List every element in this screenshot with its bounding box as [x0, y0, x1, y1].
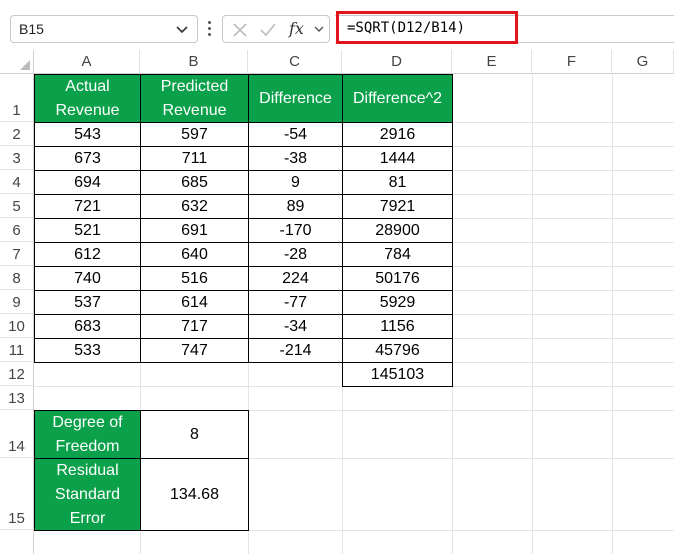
select-all-corner[interactable] — [0, 50, 34, 74]
cell-b11[interactable]: 747 — [140, 338, 249, 363]
row-header-16[interactable] — [0, 530, 34, 554]
row-header-12[interactable]: 12 — [0, 362, 34, 386]
cell-c10[interactable]: -34 — [248, 314, 343, 339]
cell-b10[interactable]: 717 — [140, 314, 249, 339]
cancel-icon[interactable] — [231, 21, 249, 39]
row-header-9[interactable]: 9 — [0, 290, 34, 314]
enter-check-icon[interactable] — [259, 21, 277, 39]
cell-b6[interactable]: 691 — [140, 218, 249, 243]
cell-b14-dof[interactable]: 8 — [140, 410, 249, 459]
cell-b2[interactable]: 597 — [140, 122, 249, 147]
row-header-14[interactable]: 14 — [0, 410, 34, 458]
cell-c3[interactable]: -38 — [248, 146, 343, 171]
formula-bar-area: B15 fx =SQRT(D12/B14) — [0, 0, 674, 50]
row-header-6[interactable]: 6 — [0, 218, 34, 242]
cell-c11[interactable]: -214 — [248, 338, 343, 363]
header-predicted-line2: Revenue — [162, 101, 227, 119]
column-header-e[interactable]: E — [452, 50, 532, 74]
cell-c7[interactable]: -28 — [248, 242, 343, 267]
name-box-value: B15 — [19, 21, 44, 37]
column-header-a[interactable]: A — [34, 50, 140, 74]
row-header-8[interactable]: 8 — [0, 266, 34, 290]
cell-a5[interactable]: 721 — [34, 194, 141, 219]
cell-a11[interactable]: 533 — [34, 338, 141, 363]
row-header-11[interactable]: 11 — [0, 338, 34, 362]
cell-a14[interactable]: Degree of Freedom — [34, 410, 141, 459]
header-actual-line2: Revenue — [55, 101, 120, 119]
header-difference-squared: Difference^2 — [352, 89, 443, 107]
cell-c1[interactable]: Difference — [248, 74, 343, 123]
cell-a10[interactable]: 683 — [34, 314, 141, 339]
cell-c2[interactable]: -54 — [248, 122, 343, 147]
cell-b3[interactable]: 711 — [140, 146, 249, 171]
dof-label-line1: Degree of — [52, 413, 123, 431]
chevron-down-icon[interactable] — [175, 22, 189, 36]
name-box[interactable]: B15 — [10, 15, 198, 43]
cell-c9[interactable]: -77 — [248, 290, 343, 315]
cell-d7[interactable]: 784 — [342, 242, 453, 267]
cell-d1[interactable]: Difference^2 — [342, 74, 453, 123]
cell-a3[interactable]: 673 — [34, 146, 141, 171]
column-header-g[interactable]: G — [612, 50, 674, 74]
cell-c5[interactable]: 89 — [248, 194, 343, 219]
formula-controls: fx — [222, 15, 330, 43]
row-header-3[interactable]: 3 — [0, 146, 34, 170]
rse-label-line3: Error — [69, 509, 106, 527]
row-header-10[interactable]: 10 — [0, 314, 34, 338]
row-header-7[interactable]: 7 — [0, 242, 34, 266]
row-header-4[interactable]: 4 — [0, 170, 34, 194]
chevron-down-icon[interactable] — [313, 23, 325, 35]
cell-d12-total[interactable]: 145103 — [342, 362, 453, 387]
column-header-d[interactable]: D — [342, 50, 452, 74]
column-header-c[interactable]: C — [248, 50, 342, 74]
cell-a8[interactable]: 740 — [34, 266, 141, 291]
cell-d6[interactable]: 28900 — [342, 218, 453, 243]
insert-function-button[interactable]: fx — [289, 19, 304, 38]
cell-c4[interactable]: 9 — [248, 170, 343, 195]
row-header-2[interactable]: 2 — [0, 122, 34, 146]
cell-b4[interactable]: 685 — [140, 170, 249, 195]
cell-d2[interactable]: 2916 — [342, 122, 453, 147]
column-header-b[interactable]: B — [140, 50, 248, 74]
cell-d3[interactable]: 1444 — [342, 146, 453, 171]
cell-d4[interactable]: 81 — [342, 170, 453, 195]
rse-label-line2: Standard — [55, 485, 120, 503]
formula-highlight-box — [336, 11, 518, 44]
cell-a7[interactable]: 612 — [34, 242, 141, 267]
rse-label-line1: Residual — [56, 461, 119, 479]
column-header-f[interactable]: F — [532, 50, 612, 74]
row-header-1[interactable]: 1 — [0, 74, 34, 122]
cell-d5[interactable]: 7921 — [342, 194, 453, 219]
cell-d8[interactable]: 50176 — [342, 266, 453, 291]
header-difference: Difference — [259, 89, 332, 107]
cell-a4[interactable]: 694 — [34, 170, 141, 195]
cell-a2[interactable]: 543 — [34, 122, 141, 147]
cell-b8[interactable]: 516 — [140, 266, 249, 291]
cell-a6[interactable]: 521 — [34, 218, 141, 243]
cell-c8[interactable]: 224 — [248, 266, 343, 291]
cell-d11[interactable]: 45796 — [342, 338, 453, 363]
select-all-triangle-icon — [20, 60, 30, 70]
cell-d10[interactable]: 1156 — [342, 314, 453, 339]
row-header-5[interactable]: 5 — [0, 194, 34, 218]
cell-a1[interactable]: Actual Revenue — [34, 74, 141, 123]
cell-b5[interactable]: 632 — [140, 194, 249, 219]
cell-c6[interactable]: -170 — [248, 218, 343, 243]
row-header-15[interactable]: 15 — [0, 458, 34, 530]
cell-b9[interactable]: 614 — [140, 290, 249, 315]
cell-b1[interactable]: Predicted Revenue — [140, 74, 249, 123]
cell-d9[interactable]: 5929 — [342, 290, 453, 315]
cell-a9[interactable]: 537 — [34, 290, 141, 315]
more-options-icon[interactable] — [206, 19, 212, 39]
cell-b15-rse[interactable]: 134.68 — [140, 458, 249, 531]
header-actual-line1: Actual — [65, 77, 110, 95]
row-header-13[interactable]: 13 — [0, 386, 34, 410]
cell-b7[interactable]: 640 — [140, 242, 249, 267]
dof-label-line2: Freedom — [55, 437, 120, 455]
header-predicted-line1: Predicted — [160, 77, 229, 95]
cell-a15[interactable]: Residual Standard Error — [34, 458, 141, 531]
